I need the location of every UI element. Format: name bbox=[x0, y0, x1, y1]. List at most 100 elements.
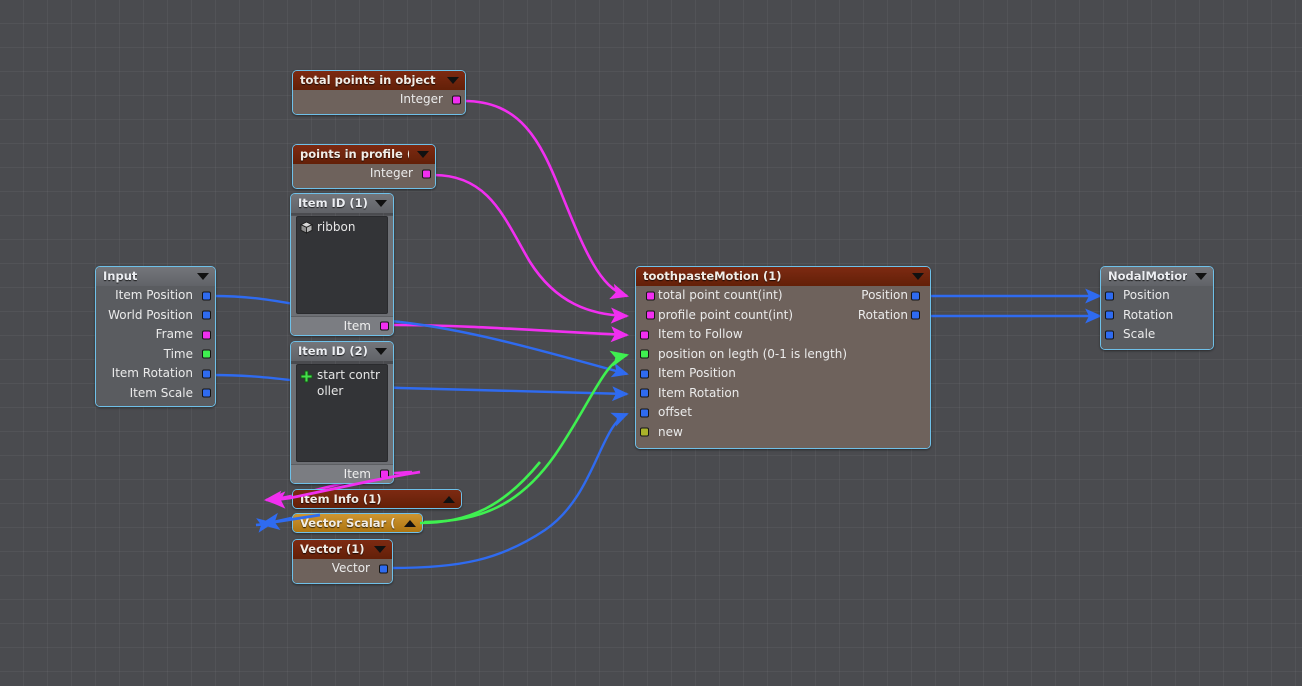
port-in-position-on-length[interactable]: position on legth (0-1 is length) bbox=[636, 345, 930, 365]
node-total-points-in-object[interactable]: total points in object (1) Integer bbox=[292, 70, 466, 115]
port-label: new bbox=[658, 424, 683, 439]
port-time[interactable]: Time bbox=[96, 345, 215, 365]
node-input-header[interactable]: Input bbox=[96, 267, 215, 286]
node-total-points-header[interactable]: total points in object (1) bbox=[293, 71, 465, 90]
port-dot-olive[interactable] bbox=[640, 427, 649, 437]
node-item-id-2[interactable]: Item ID (2) start controller Item bbox=[290, 341, 394, 484]
chevron-down-icon[interactable] bbox=[197, 273, 209, 280]
node-item-id-1[interactable]: Item ID (1) ribbon Item bbox=[290, 193, 394, 336]
port-item-rotation[interactable]: Item Rotation bbox=[96, 364, 215, 384]
port-in-new[interactable]: new bbox=[636, 423, 930, 443]
port-dot-magenta[interactable] bbox=[646, 310, 655, 320]
chevron-down-icon[interactable] bbox=[374, 546, 386, 553]
port-in-profile-point-count[interactable]: profile point count(int) bbox=[642, 306, 793, 326]
node-total-points-body: Integer bbox=[293, 90, 465, 114]
port-out-position[interactable]: Position bbox=[861, 286, 924, 306]
node-graph-canvas[interactable]: Input Item Position World Position Frame… bbox=[0, 0, 1302, 686]
port-dot-blue[interactable] bbox=[1105, 291, 1114, 301]
port-in-item-rotation[interactable]: Item Rotation bbox=[636, 384, 930, 404]
port-in-position[interactable]: Position bbox=[1101, 286, 1213, 306]
port-dot-magenta[interactable] bbox=[202, 330, 211, 340]
port-in-scale[interactable]: Scale bbox=[1101, 325, 1213, 345]
port-integer[interactable]: Integer bbox=[293, 164, 435, 184]
port-dot-blue[interactable] bbox=[1105, 330, 1114, 340]
port-dot-magenta[interactable] bbox=[452, 95, 461, 105]
port-dot-blue[interactable] bbox=[1105, 310, 1114, 320]
node-item-info-header[interactable]: Item Info (1) bbox=[293, 490, 461, 508]
chevron-down-icon[interactable] bbox=[375, 348, 387, 355]
node-vector-header[interactable]: Vector (1) bbox=[293, 540, 392, 559]
node-vector-scalar-title: Vector Scalar (1) bbox=[300, 516, 396, 530]
chevron-down-icon[interactable] bbox=[1195, 273, 1207, 280]
port-dot-magenta[interactable] bbox=[640, 330, 649, 340]
port-dot-blue[interactable] bbox=[911, 291, 920, 301]
node-input[interactable]: Input Item Position World Position Frame… bbox=[95, 266, 216, 407]
node-toothpaste-motion[interactable]: toothpasteMotion (1) total point count(i… bbox=[635, 266, 931, 449]
port-out-rotation[interactable]: Rotation bbox=[858, 306, 924, 326]
node-item-id-2-header[interactable]: Item ID (2) bbox=[291, 342, 393, 361]
port-label: Vector bbox=[331, 561, 370, 575]
port-item-position[interactable]: Item Position bbox=[96, 286, 215, 306]
port-in-total-point-count[interactable]: total point count(int) bbox=[642, 286, 783, 306]
port-item-out[interactable]: Item bbox=[291, 464, 393, 483]
node-item-info[interactable]: Item Info (1) bbox=[292, 489, 462, 509]
node-vector-scalar[interactable]: Vector Scalar (1) bbox=[292, 513, 423, 533]
chevron-up-icon[interactable] bbox=[404, 519, 416, 527]
port-dot-blue[interactable] bbox=[202, 369, 211, 379]
item-id-1-list[interactable]: ribbon bbox=[296, 216, 388, 314]
port-dot-blue[interactable] bbox=[202, 388, 211, 398]
list-item-label: ribbon bbox=[317, 220, 356, 234]
port-label: Item bbox=[343, 319, 371, 333]
port-dot-blue[interactable] bbox=[640, 369, 649, 379]
port-dot-blue[interactable] bbox=[202, 310, 211, 320]
port-label: Scale bbox=[1123, 327, 1156, 341]
port-dot-magenta[interactable] bbox=[380, 321, 389, 331]
node-nodal-motion-title: NodalMotion bbox=[1108, 269, 1187, 283]
chevron-down-icon[interactable] bbox=[417, 151, 429, 158]
port-dot-blue[interactable] bbox=[911, 310, 920, 320]
port-vector[interactable]: Vector bbox=[293, 559, 392, 579]
node-nodal-motion-header[interactable]: NodalMotion bbox=[1101, 267, 1213, 286]
port-in-item-position[interactable]: Item Position bbox=[636, 364, 930, 384]
port-dot-magenta[interactable] bbox=[646, 291, 655, 301]
node-toothpaste-motion-header[interactable]: toothpasteMotion (1) bbox=[636, 267, 930, 286]
port-dot-blue[interactable] bbox=[379, 564, 388, 574]
port-dot-green[interactable] bbox=[202, 349, 211, 359]
chevron-down-icon[interactable] bbox=[447, 77, 459, 84]
port-dot-green[interactable] bbox=[640, 349, 649, 359]
node-vector[interactable]: Vector (1) Vector bbox=[292, 539, 393, 584]
port-in-offset[interactable]: offset bbox=[636, 403, 930, 423]
port-frame[interactable]: Frame bbox=[96, 325, 215, 345]
port-dot-blue[interactable] bbox=[640, 388, 649, 398]
chevron-down-icon[interactable] bbox=[375, 200, 387, 207]
port-label: Item Position bbox=[658, 366, 736, 380]
node-item-id-1-header[interactable]: Item ID (1) bbox=[291, 194, 393, 213]
chevron-down-icon[interactable] bbox=[912, 273, 924, 280]
port-label: total point count(int) bbox=[658, 288, 783, 302]
port-row-total-point-count[interactable]: total point count(int) Position bbox=[636, 286, 930, 306]
node-points-in-profile-header[interactable]: points in profile (1) bbox=[293, 145, 435, 164]
port-label: Item Rotation bbox=[111, 366, 193, 380]
port-label: Frame bbox=[155, 327, 193, 341]
list-item[interactable]: ribbon bbox=[299, 220, 385, 239]
port-in-rotation[interactable]: Rotation bbox=[1101, 306, 1213, 326]
port-in-item-to-follow[interactable]: Item to Follow bbox=[636, 325, 930, 345]
port-dot-blue[interactable] bbox=[640, 408, 649, 418]
port-row-profile-point-count[interactable]: profile point count(int) Rotation bbox=[636, 306, 930, 326]
port-label: Item bbox=[343, 467, 371, 481]
port-dot-blue[interactable] bbox=[202, 291, 211, 301]
port-dot-magenta[interactable] bbox=[422, 169, 431, 179]
item-id-2-list[interactable]: start controller bbox=[296, 364, 388, 462]
node-nodal-motion[interactable]: NodalMotion Position Rotation Scale bbox=[1100, 266, 1214, 350]
port-integer[interactable]: Integer bbox=[293, 90, 465, 110]
node-vector-scalar-header[interactable]: Vector Scalar (1) bbox=[293, 514, 422, 532]
port-item-scale[interactable]: Item Scale bbox=[96, 384, 215, 404]
chevron-up-icon[interactable] bbox=[443, 495, 455, 503]
node-nodal-motion-body: Position Rotation Scale bbox=[1101, 286, 1213, 349]
node-input-title: Input bbox=[103, 269, 138, 283]
port-world-position[interactable]: World Position bbox=[96, 306, 215, 326]
port-dot-magenta[interactable] bbox=[380, 469, 389, 479]
port-item-out[interactable]: Item bbox=[291, 316, 393, 335]
node-points-in-profile[interactable]: points in profile (1) Integer bbox=[292, 144, 436, 189]
list-item[interactable]: start controller bbox=[300, 368, 385, 399]
